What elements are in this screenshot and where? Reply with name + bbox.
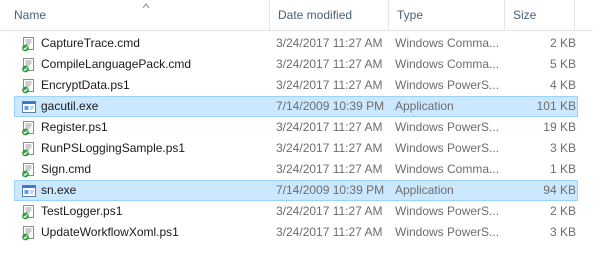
script-file-icon: [21, 162, 37, 178]
file-name: sn.exe: [41, 183, 77, 197]
file-type: Windows Comma...: [395, 162, 500, 176]
file-type: Windows PowerS...: [395, 120, 500, 134]
file-date: 7/14/2009 10:39 PM: [276, 183, 385, 197]
column-header-name-label: Name: [14, 8, 47, 22]
file-type: Windows PowerS...: [395, 204, 500, 218]
file-row[interactable]: gacutil.exe 7/14/2009 10:39 PM Applicati…: [14, 96, 578, 117]
column-header-size[interactable]: Size: [505, 0, 575, 30]
file-date: 3/24/2017 11:27 AM: [276, 225, 383, 239]
column-header-type[interactable]: Type: [389, 0, 505, 30]
file-date: 3/24/2017 11:27 AM: [276, 57, 383, 71]
file-date: 3/24/2017 11:27 AM: [276, 141, 383, 155]
file-row[interactable]: CompileLanguagePack.cmd 3/24/2017 11:27 …: [14, 54, 578, 75]
file-size: 19 KB: [543, 120, 576, 134]
file-date: 3/24/2017 11:27 AM: [276, 120, 383, 134]
file-name: UpdateWorkflowXoml.ps1: [41, 225, 179, 239]
file-size: 94 KB: [543, 183, 576, 197]
column-header-bar: Name Date modified Type Size: [0, 0, 609, 31]
file-row[interactable]: RunPSLoggingSample.ps1 3/24/2017 11:27 A…: [14, 138, 578, 159]
file-type: Windows PowerS...: [395, 225, 500, 239]
file-date: 3/24/2017 11:27 AM: [276, 162, 383, 176]
file-name: Sign.cmd: [41, 162, 92, 176]
file-size: 5 KB: [549, 57, 576, 71]
file-row[interactable]: UpdateWorkflowXoml.ps1 3/24/2017 11:27 A…: [14, 222, 578, 243]
file-type: Windows Comma...: [395, 36, 500, 50]
column-header-name[interactable]: Name: [6, 0, 270, 30]
file-name: CompileLanguagePack.cmd: [41, 57, 192, 71]
column-header-date-label: Date modified: [278, 8, 353, 22]
file-date: 7/14/2009 10:39 PM: [276, 99, 385, 113]
file-size: 101 KB: [536, 99, 576, 113]
file-size: 1 KB: [549, 162, 576, 176]
file-name: EncryptData.ps1: [41, 78, 130, 92]
file-size: 2 KB: [549, 36, 576, 50]
file-name: gacutil.exe: [41, 99, 99, 113]
file-size: 3 KB: [549, 141, 576, 155]
file-name: CaptureTrace.cmd: [41, 36, 140, 50]
file-type: Windows Comma...: [395, 57, 500, 71]
column-header-date[interactable]: Date modified: [270, 0, 389, 30]
file-row[interactable]: Register.ps1 3/24/2017 11:27 AM Windows …: [14, 117, 578, 138]
file-type: Windows PowerS...: [395, 141, 500, 155]
script-file-icon: [21, 204, 37, 220]
file-row[interactable]: CaptureTrace.cmd 3/24/2017 11:27 AM Wind…: [14, 33, 578, 54]
script-file-icon: [21, 57, 37, 73]
file-list: CaptureTrace.cmd 3/24/2017 11:27 AM Wind…: [0, 33, 609, 243]
file-date: 3/24/2017 11:27 AM: [276, 78, 383, 92]
file-size: 2 KB: [549, 204, 576, 218]
file-name: Register.ps1: [41, 120, 108, 134]
file-type: Application: [395, 99, 454, 113]
file-type: Application: [395, 183, 454, 197]
application-icon: [21, 99, 37, 115]
column-header-type-label: Type: [397, 8, 424, 22]
application-icon: [21, 183, 37, 199]
script-file-icon: [21, 225, 37, 241]
sort-ascending-icon: [142, 3, 150, 9]
file-name: RunPSLoggingSample.ps1: [41, 141, 186, 155]
file-row[interactable]: EncryptData.ps1 3/24/2017 11:27 AM Windo…: [14, 75, 578, 96]
file-row[interactable]: TestLogger.ps1 3/24/2017 11:27 AM Window…: [14, 201, 578, 222]
file-date: 3/24/2017 11:27 AM: [276, 204, 383, 218]
file-date: 3/24/2017 11:27 AM: [276, 36, 383, 50]
file-name: TestLogger.ps1: [41, 204, 123, 218]
script-file-icon: [21, 120, 37, 136]
file-size: 4 KB: [549, 78, 576, 92]
file-type: Windows PowerS...: [395, 78, 500, 92]
script-file-icon: [21, 141, 37, 157]
column-header-size-label: Size: [513, 8, 537, 22]
file-size: 3 KB: [549, 225, 576, 239]
vertical-scrollbar[interactable]: [593, 0, 609, 274]
file-row[interactable]: Sign.cmd 3/24/2017 11:27 AM Windows Comm…: [14, 159, 578, 180]
script-file-icon: [21, 78, 37, 94]
file-row[interactable]: sn.exe 7/14/2009 10:39 PM Application 94…: [14, 180, 578, 201]
script-file-icon: [21, 36, 37, 52]
